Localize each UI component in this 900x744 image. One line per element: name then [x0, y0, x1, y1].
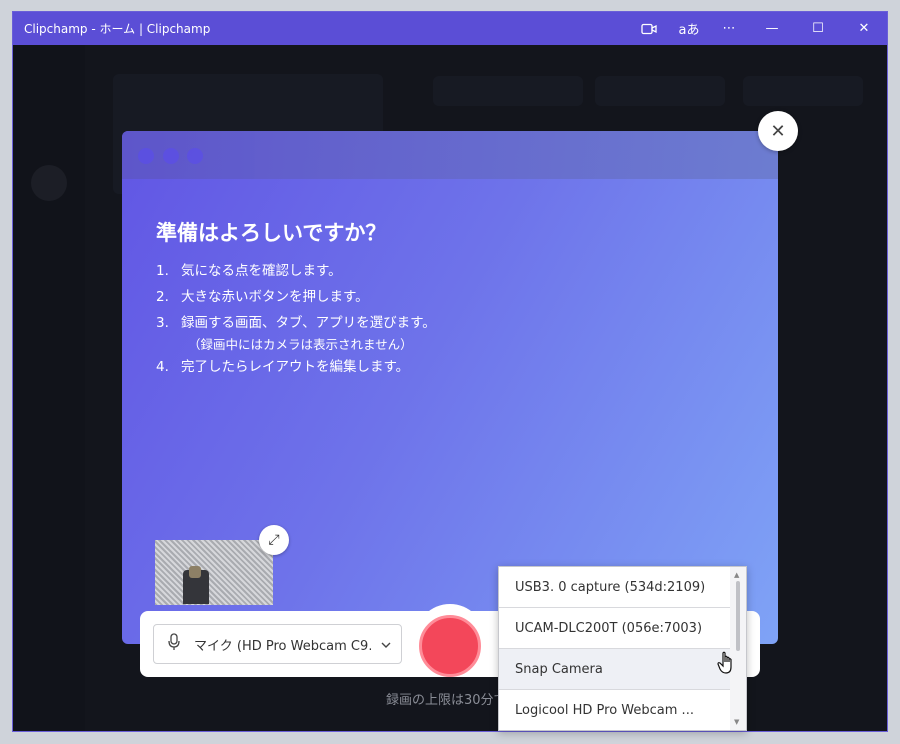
- scroll-down-icon[interactable]: ▼: [734, 718, 739, 726]
- camera-icon[interactable]: [629, 12, 669, 45]
- modal-heading: 準備はよろしいですか？: [156, 221, 387, 245]
- recording-limit-text: 録画の上限は30分で: [386, 693, 498, 708]
- scrollbar-thumb[interactable]: [736, 581, 740, 651]
- more-options-button[interactable]: ⋯: [709, 12, 749, 45]
- steps-list: 1. 気になる点を確認します。 2. 大きな赤いボタンを押します。 3. 録画す…: [156, 262, 436, 384]
- maximize-button[interactable]: ☐: [795, 12, 841, 45]
- chevron-down-icon: [371, 637, 401, 651]
- dropdown-scrollbar[interactable]: ▲ ▼: [730, 567, 746, 730]
- camera-option[interactable]: USB3. 0 capture (534d:2109): [499, 567, 731, 608]
- step-note: （録画中にはカメラは表示されません）: [188, 337, 413, 352]
- close-window-button[interactable]: ✕: [841, 12, 887, 45]
- camera-option[interactable]: Snap Camera: [499, 649, 731, 690]
- microphone-select[interactable]: マイク (HD Pro Webcam C9…: [153, 624, 402, 664]
- step-item: 2. 大きな赤いボタンを押します。: [156, 289, 369, 305]
- window-title: Clipchamp - ホーム | Clipchamp: [24, 22, 211, 36]
- microphone-select-value: マイク (HD Pro Webcam C9…: [194, 638, 371, 654]
- minimize-button[interactable]: —: [749, 12, 795, 45]
- camera-preview: [155, 540, 273, 605]
- step-item: 1. 気になる点を確認します。: [156, 263, 342, 279]
- window-dot: [163, 148, 179, 164]
- window-dot: [138, 148, 154, 164]
- translate-button[interactable]: aあ: [669, 12, 709, 45]
- window-dot: [187, 148, 203, 164]
- hand-cursor-icon: [717, 651, 737, 680]
- camera-option[interactable]: UCAM-DLC200T (056e:7003): [499, 608, 731, 649]
- title-bar: Clipchamp - ホーム | Clipchamp aあ ⋯ — ☐ ✕: [13, 12, 887, 45]
- close-modal-button[interactable]: ✕: [758, 111, 798, 151]
- camera-dropdown: USB3. 0 capture (534d:2109) UCAM-DLC200T…: [498, 566, 747, 731]
- microphone-icon: [154, 633, 194, 655]
- step-item: 4. 完了したらレイアウトを編集します。: [156, 359, 410, 375]
- modal-header-bar: [122, 131, 778, 179]
- record-button[interactable]: [419, 615, 481, 677]
- camera-option[interactable]: Logicool HD Pro Webcam ...: [499, 690, 731, 731]
- expand-camera-button[interactable]: ⤢: [259, 525, 289, 555]
- camera-preview-subject: [189, 566, 201, 578]
- scroll-up-icon[interactable]: ▲: [734, 571, 739, 579]
